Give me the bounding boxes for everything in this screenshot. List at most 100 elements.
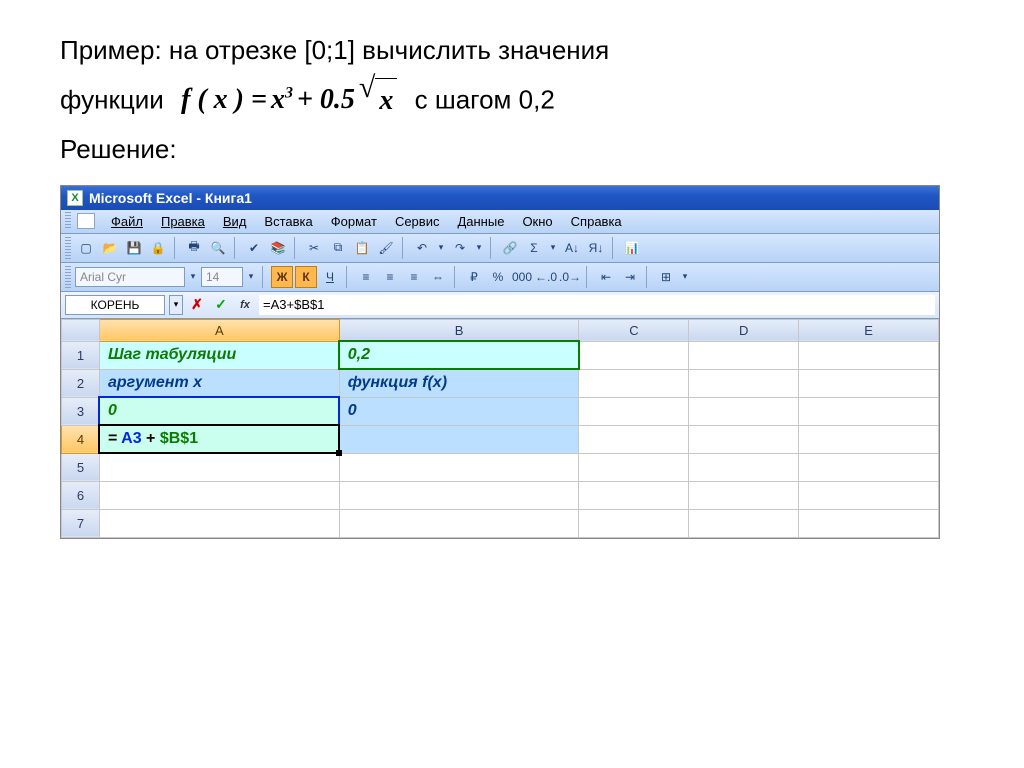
undo-icon[interactable]: ↶ [411,237,433,259]
menu-view[interactable]: Вид [215,212,255,231]
cell-e7[interactable] [799,509,939,537]
redo-dropdown[interactable]: ▾ [473,242,485,253]
italic-button[interactable]: К [295,266,317,288]
font-dropdown[interactable]: ▾ [187,271,199,282]
cell-a3[interactable]: 0 [99,397,339,425]
cell-c3[interactable] [579,397,689,425]
row-header-1[interactable]: 1 [62,341,100,369]
sort-asc-icon[interactable]: A↓ [561,237,583,259]
hyperlink-icon[interactable]: 🔗 [499,237,521,259]
preview-icon[interactable]: 🔍 [207,237,229,259]
row-header-3[interactable]: 3 [62,397,100,425]
cell-d1[interactable] [689,341,799,369]
menu-edit[interactable]: Правка [153,212,213,231]
cell-b6[interactable] [339,481,579,509]
cell-e1[interactable] [799,341,939,369]
cell-b3[interactable]: 0 [339,397,579,425]
font-selector[interactable]: Arial Cyr [75,267,185,287]
borders-icon[interactable]: ⊞ [655,266,677,288]
name-box[interactable]: КОРЕНЬ [65,295,165,315]
menu-insert[interactable]: Вставка [256,212,320,231]
menu-tools[interactable]: Сервис [387,212,448,231]
cell-c2[interactable] [579,369,689,397]
increase-decimal-icon[interactable]: ←.0 [535,266,557,288]
cell-a2[interactable]: аргумент x [99,369,339,397]
cell-e2[interactable] [799,369,939,397]
save-icon[interactable]: 💾 [123,237,145,259]
chart-icon[interactable]: 📊 [621,237,643,259]
increase-indent-icon[interactable]: ⇥ [619,266,641,288]
formula-input[interactable]: =A3+$B$1 [259,295,935,315]
cell-d3[interactable] [689,397,799,425]
cell-b2[interactable]: функция f(x) [339,369,579,397]
cell-d5[interactable] [689,453,799,481]
row-header-2[interactable]: 2 [62,369,100,397]
underline-button[interactable]: Ч [319,266,341,288]
row-header-5[interactable]: 5 [62,453,100,481]
print-icon[interactable]: 🖶 [183,237,205,259]
decrease-decimal-icon[interactable]: .0→ [559,266,581,288]
select-all-corner[interactable] [62,319,100,341]
namebox-dropdown[interactable]: ▾ [169,295,183,315]
borders-dropdown[interactable]: ▾ [679,271,691,282]
row-header-6[interactable]: 6 [62,481,100,509]
autosum-icon[interactable]: Σ [523,237,545,259]
column-header-d[interactable]: D [689,319,799,341]
paste-icon[interactable]: 📋 [351,237,373,259]
cancel-formula-icon[interactable]: ✗ [187,295,207,315]
undo-dropdown[interactable]: ▾ [435,242,447,253]
fontsize-dropdown[interactable]: ▾ [245,271,257,282]
align-left-icon[interactable]: ≡ [355,266,377,288]
column-header-a[interactable]: A [99,319,339,341]
menu-help[interactable]: Справка [563,212,630,231]
row-header-7[interactable]: 7 [62,509,100,537]
new-icon[interactable]: ▢ [75,237,97,259]
cell-d7[interactable] [689,509,799,537]
menu-format[interactable]: Формат [323,212,385,231]
enter-formula-icon[interactable]: ✓ [211,295,231,315]
percent-icon[interactable]: % [487,266,509,288]
cell-e6[interactable] [799,481,939,509]
menu-window[interactable]: Окно [514,212,560,231]
cell-a7[interactable] [99,509,339,537]
menu-data[interactable]: Данные [449,212,512,231]
column-header-c[interactable]: C [579,319,689,341]
align-right-icon[interactable]: ≡ [403,266,425,288]
column-header-e[interactable]: E [799,319,939,341]
worksheet-grid[interactable]: A B C D E 1 Шаг табуляции 0,2 2 аргумент… [61,319,939,538]
redo-icon[interactable]: ↷ [449,237,471,259]
cell-e3[interactable] [799,397,939,425]
align-center-icon[interactable]: ≡ [379,266,401,288]
sort-desc-icon[interactable]: Я↓ [585,237,607,259]
cell-a4-editing[interactable]: = A3 + $B$1 [99,425,339,453]
cell-d6[interactable] [689,481,799,509]
cell-d2[interactable] [689,369,799,397]
cell-e4[interactable] [799,425,939,453]
cut-icon[interactable]: ✂ [303,237,325,259]
cell-e5[interactable] [799,453,939,481]
cell-b1[interactable]: 0,2 [339,341,579,369]
decrease-indent-icon[interactable]: ⇤ [595,266,617,288]
currency-icon[interactable]: ₽ [463,266,485,288]
row-header-4[interactable]: 4 [62,425,100,453]
cell-c4[interactable] [579,425,689,453]
formatpainter-icon[interactable]: 🖌 [375,237,397,259]
cell-a6[interactable] [99,481,339,509]
cell-c6[interactable] [579,481,689,509]
cell-d4[interactable] [689,425,799,453]
fx-icon[interactable]: fx [235,295,255,315]
cell-a1[interactable]: Шаг табуляции [99,341,339,369]
research-icon[interactable]: 📚 [267,237,289,259]
cell-b7[interactable] [339,509,579,537]
spellcheck-icon[interactable]: ✔ [243,237,265,259]
cell-c1[interactable] [579,341,689,369]
autosum-dropdown[interactable]: ▾ [547,242,559,253]
cell-b5[interactable] [339,453,579,481]
merge-center-icon[interactable]: ⇔ [427,266,449,288]
cell-c5[interactable] [579,453,689,481]
permissions-icon[interactable]: 🔒 [147,237,169,259]
menu-file[interactable]: Файл [103,212,151,231]
cell-a5[interactable] [99,453,339,481]
comma-icon[interactable]: 000 [511,266,533,288]
cell-b4[interactable] [339,425,579,453]
